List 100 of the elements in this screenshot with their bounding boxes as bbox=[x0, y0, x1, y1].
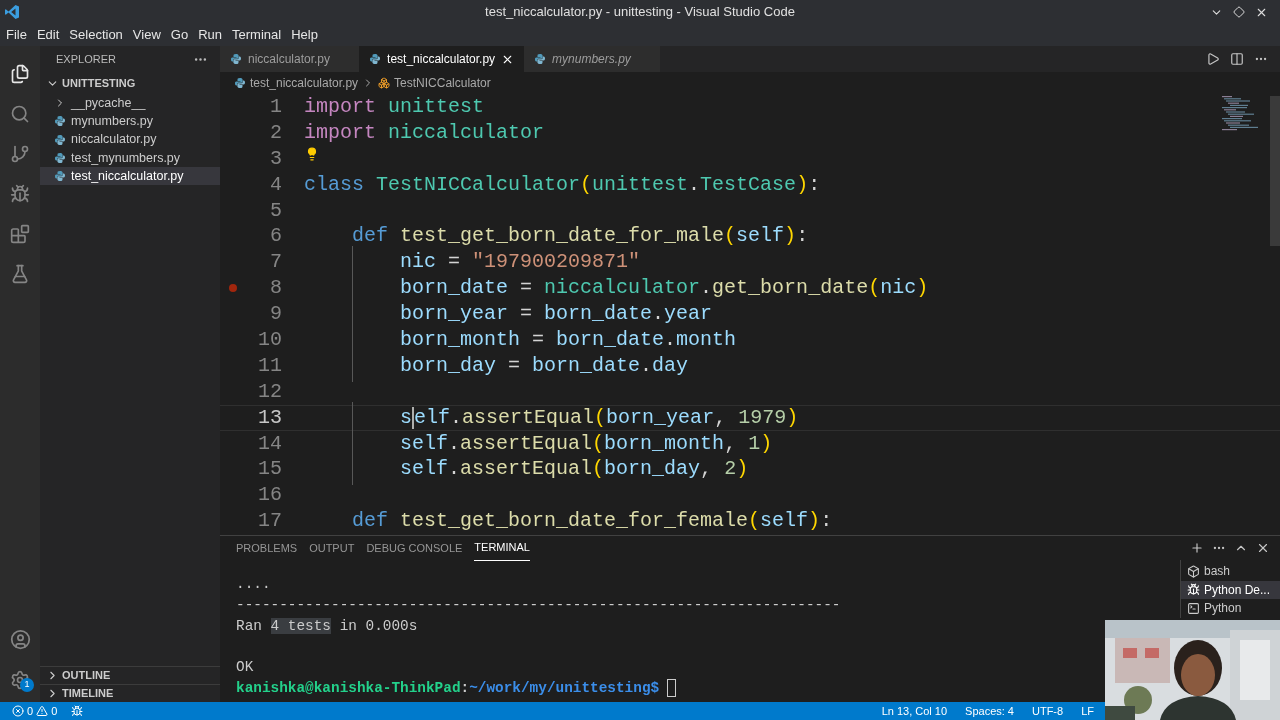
files-icon[interactable] bbox=[10, 64, 30, 84]
tree-item[interactable]: __pycache__ bbox=[40, 94, 220, 113]
line-number: 13 bbox=[257, 404, 282, 431]
line-number: 12 bbox=[257, 378, 282, 405]
terminal-list-item[interactable]: Python De... bbox=[1181, 580, 1280, 599]
code-line: born_date = niccalculator.get_born_date(nic) bbox=[399, 275, 929, 302]
sidebar-title: EXPLORER bbox=[56, 51, 116, 67]
line-number: 3 bbox=[269, 145, 282, 172]
search-icon[interactable] bbox=[10, 104, 30, 124]
prompt-user: kanishka@kanishka-ThinkPad bbox=[236, 679, 461, 698]
status-item[interactable]: LF bbox=[1081, 702, 1094, 720]
blocks-icon[interactable] bbox=[10, 224, 30, 244]
breadcrumb-item[interactable]: test_niccalculator.py bbox=[250, 74, 359, 92]
terminal-list-item[interactable]: bash bbox=[1181, 562, 1280, 581]
scrollbar[interactable] bbox=[1270, 96, 1280, 246]
code-line: import unittest bbox=[304, 94, 485, 120]
problems-indicator[interactable]: 0 0 bbox=[0, 702, 58, 720]
account-icon[interactable] bbox=[9, 628, 31, 650]
error-icon bbox=[12, 705, 24, 717]
editor-tab[interactable]: test_niccalculator.py bbox=[359, 46, 525, 72]
tree-item[interactable]: test_niccalculator.py bbox=[40, 167, 220, 186]
code-line: self.assertEqual(born_day, 2) bbox=[399, 456, 749, 483]
python-icon bbox=[230, 53, 242, 65]
line-number: 4 bbox=[269, 171, 282, 198]
line-number: 16 bbox=[257, 482, 282, 509]
code-line: born_year = born_date.year bbox=[399, 301, 713, 328]
prompt-separator: : bbox=[460, 679, 470, 698]
class-icon bbox=[378, 77, 391, 89]
line-number: 2 bbox=[269, 119, 282, 146]
terminal-list-item[interactable]: Python bbox=[1181, 599, 1280, 618]
line-number: 7 bbox=[269, 249, 282, 276]
menu-item[interactable]: Help bbox=[286, 25, 323, 45]
python-icon bbox=[234, 77, 246, 89]
menu-item[interactable]: Terminal bbox=[227, 25, 287, 45]
close-icon[interactable] bbox=[1256, 541, 1270, 555]
python-icon bbox=[369, 53, 382, 65]
text-cursor bbox=[412, 406, 415, 429]
branch-icon[interactable] bbox=[10, 144, 30, 164]
split-editor-icon[interactable] bbox=[1230, 52, 1244, 66]
line-number: 11 bbox=[257, 352, 282, 379]
vscode-logo bbox=[4, 4, 20, 20]
python-icon bbox=[54, 170, 66, 183]
status-item[interactable]: Spaces: 4 bbox=[965, 702, 1014, 720]
warning-icon bbox=[36, 705, 49, 717]
line-number: 8 bbox=[269, 275, 282, 302]
code-line: class TestNICCalculator(unittest.TestCase): bbox=[304, 171, 821, 198]
panel-tab[interactable]: OUTPUT bbox=[309, 535, 355, 561]
panel-tab[interactable]: TERMINAL bbox=[474, 535, 530, 561]
terminal-line: .... bbox=[236, 575, 272, 594]
terminal-line: OK bbox=[236, 658, 255, 678]
line-number: 10 bbox=[257, 326, 282, 353]
code-line: self.assertEqual(born_month, 1) bbox=[399, 430, 773, 457]
python-icon bbox=[54, 115, 66, 128]
tree-item[interactable]: test_mynumbers.py bbox=[40, 148, 220, 168]
breadcrumb-item[interactable]: TestNICCalculator bbox=[394, 74, 491, 92]
code-line: born_day = born_date.day bbox=[399, 352, 689, 379]
menu-item[interactable]: View bbox=[127, 25, 166, 45]
bug-icon[interactable] bbox=[10, 184, 30, 204]
panel-tab[interactable]: DEBUG CONSOLE bbox=[366, 535, 463, 561]
section-header[interactable]: OUTLINE bbox=[40, 666, 220, 684]
line-number: 5 bbox=[269, 197, 282, 224]
folder-header[interactable]: UNITTESTING bbox=[40, 72, 220, 94]
python-icon bbox=[534, 53, 547, 65]
editor-tab[interactable]: niccalculator.py bbox=[220, 46, 360, 72]
terminal-cursor bbox=[667, 679, 677, 698]
line-number: 14 bbox=[257, 430, 282, 457]
cube-icon bbox=[1187, 564, 1200, 578]
tree-item[interactable]: mynumbers.py bbox=[40, 112, 220, 131]
python-icon bbox=[54, 133, 66, 146]
menu-item[interactable]: Run bbox=[193, 25, 227, 45]
window-title: test_niccalculator.py - unittesting - Visual Studio Code bbox=[484, 3, 796, 22]
code-line: def test_get_born_date_for_male(self): bbox=[351, 223, 809, 250]
code-line: def test_get_born_date_for_female(self): bbox=[351, 508, 833, 535]
menu-item[interactable]: Go bbox=[165, 25, 194, 45]
debug-icon[interactable] bbox=[71, 705, 84, 717]
line-number: 9 bbox=[269, 301, 282, 328]
lightbulb-icon[interactable] bbox=[305, 146, 319, 161]
status-item[interactable]: Ln 13, Col 10 bbox=[881, 702, 948, 720]
line-number: 15 bbox=[257, 456, 282, 483]
line-number: 6 bbox=[269, 223, 282, 250]
line-number: 1 bbox=[269, 94, 282, 120]
flask-icon[interactable] bbox=[10, 264, 30, 284]
python-icon bbox=[54, 152, 66, 165]
status-item[interactable]: UTF-8 bbox=[1032, 702, 1064, 720]
code-line: self.assertEqual(born_year, 1979) bbox=[399, 404, 799, 431]
maximize-icon[interactable] bbox=[1233, 6, 1245, 18]
editor-tab[interactable]: mynumbers.py bbox=[524, 46, 660, 72]
tree-item[interactable]: niccalculator.py bbox=[40, 130, 220, 149]
notification-badge: 1 bbox=[20, 678, 34, 692]
prompt-path: ~/work/my/unittesting bbox=[469, 679, 651, 698]
minimap[interactable] bbox=[1220, 96, 1260, 132]
terminal-icon bbox=[1187, 601, 1200, 615]
run-icon[interactable] bbox=[1206, 52, 1220, 66]
terminal-line: ---------------------------------------------------------------------- bbox=[236, 595, 842, 615]
bug-icon bbox=[1187, 583, 1200, 597]
plus-icon[interactable] bbox=[1190, 541, 1204, 555]
menu-item[interactable]: File bbox=[1, 25, 32, 45]
menu-item[interactable]: Edit bbox=[31, 25, 65, 45]
panel-tab[interactable]: PROBLEMS bbox=[236, 535, 298, 561]
menu-item[interactable]: Selection bbox=[64, 25, 128, 45]
